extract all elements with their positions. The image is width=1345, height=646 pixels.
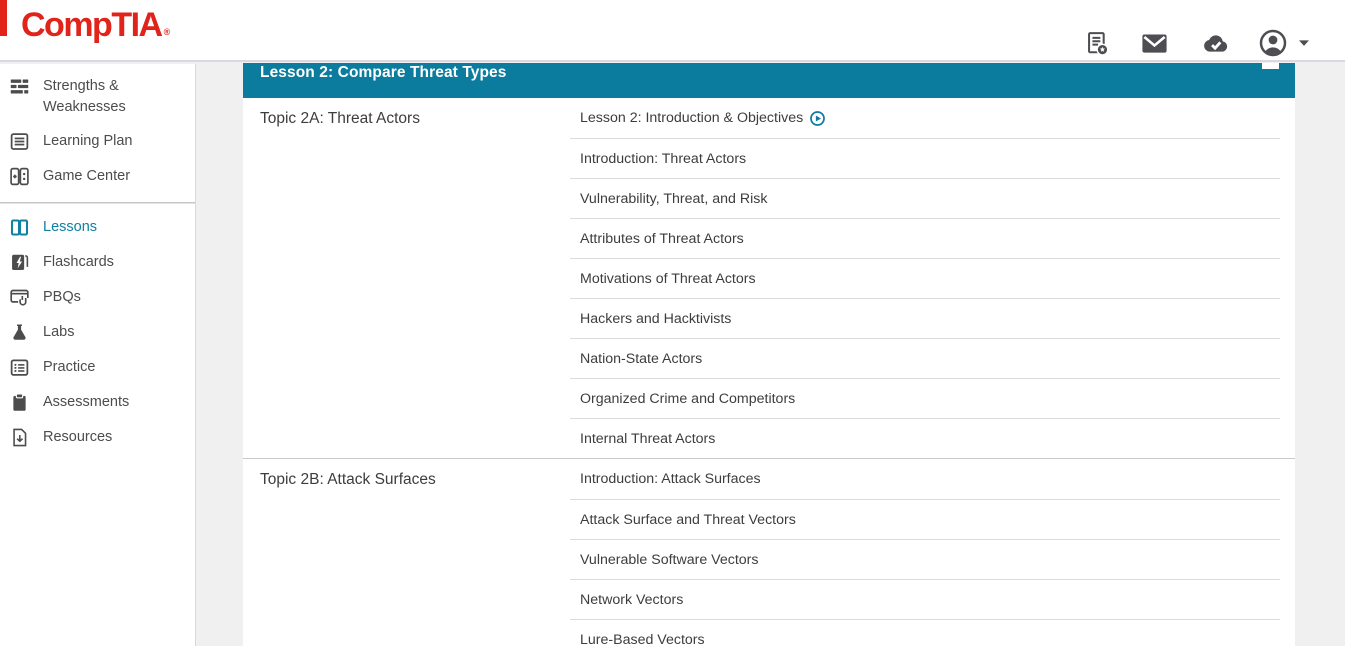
sidebar-item-learning-plan[interactable]: Learning Plan — [0, 124, 195, 159]
learning-plan-icon — [9, 131, 30, 152]
topic-item-list: Lesson 2: Introduction & Objectives Intr… — [570, 98, 1280, 458]
sidebar-item-label: Practice — [43, 357, 95, 378]
account-icon[interactable] — [1258, 28, 1288, 58]
lesson-header-bar[interactable]: Lesson 2: Compare Threat Types — [243, 63, 1295, 98]
sidebar-item-label: PBQs — [43, 287, 81, 308]
topics-container: Topic 2A: Threat Actors Lesson 2: Introd… — [243, 98, 1295, 646]
lesson-item-label: Vulnerability, Threat, and Risk — [580, 191, 767, 207]
sidebar: Strengths & Weaknesses Learning Plan Gam… — [0, 64, 196, 646]
sidebar-item-practice[interactable]: Practice — [0, 350, 195, 385]
topic-left-column: Topic 2B: Attack Surfaces — [243, 459, 570, 646]
game-center-icon — [9, 166, 30, 187]
sidebar-item-label: Assessments — [43, 392, 129, 413]
lesson-item-label: Introduction: Threat Actors — [580, 151, 746, 167]
assessments-icon — [9, 392, 30, 413]
lesson-item-label: Attributes of Threat Actors — [580, 231, 744, 247]
topic-item-list: Introduction: Attack Surfaces Attack Sur… — [570, 459, 1280, 646]
lesson-item-row[interactable]: Lesson 2: Introduction & Objectives — [570, 98, 1280, 138]
sidebar-item-assessments[interactable]: Assessments — [0, 385, 195, 420]
sidebar-item-resources[interactable]: Resources — [0, 420, 195, 455]
sidebar-item-label: Strengths & Weaknesses — [43, 76, 165, 118]
lesson-item-label: Organized Crime and Competitors — [580, 391, 795, 407]
lesson-item-row[interactable]: Attack Surface and Threat Vectors — [570, 499, 1280, 539]
sidebar-item-labs[interactable]: Labs — [0, 315, 195, 350]
lesson-item-label: Hackers and Hacktivists — [580, 311, 731, 327]
sidebar-item-lessons[interactable]: Lessons — [0, 210, 195, 245]
caret-down-icon[interactable] — [1297, 36, 1311, 50]
lesson-item-label: Nation-State Actors — [580, 351, 702, 367]
sidebar-top-group: Strengths & Weaknesses Learning Plan Gam… — [0, 69, 195, 194]
report-notes-icon[interactable] — [1084, 30, 1111, 57]
sidebar-divider — [0, 202, 195, 204]
comptia-logo[interactable]: CompTIA® — [21, 6, 168, 45]
brand-accent-bar — [0, 0, 7, 36]
topic-title: Topic 2B: Attack Surfaces — [260, 471, 560, 489]
lesson-item-row[interactable]: Network Vectors — [570, 579, 1280, 619]
labs-icon — [9, 322, 30, 343]
sidebar-item-label: Resources — [43, 427, 112, 448]
sidebar-item-strengths-weaknesses[interactable]: Strengths & Weaknesses — [0, 69, 195, 124]
registered-mark: ® — [164, 27, 171, 37]
play-icon[interactable] — [810, 111, 825, 126]
lesson-item-label: Attack Surface and Threat Vectors — [580, 512, 796, 528]
comptia-logo-text: CompTIA — [21, 6, 162, 44]
lesson-item-row[interactable]: Nation-State Actors — [570, 338, 1280, 378]
sidebar-main-group: Lessons Flashcards PBQs Labs Practice As… — [0, 210, 195, 455]
lesson-item-row[interactable]: Organized Crime and Competitors — [570, 378, 1280, 418]
sidebar-item-game-center[interactable]: Game Center — [0, 159, 195, 194]
lessons-icon — [9, 217, 30, 238]
lesson-item-label: Internal Threat Actors — [580, 431, 715, 447]
lesson-item-row[interactable]: Motivations of Threat Actors — [570, 258, 1280, 298]
flashcards-icon — [9, 252, 30, 273]
cloud-sync-icon[interactable] — [1198, 28, 1229, 59]
lesson-item-label: Network Vectors — [580, 592, 683, 608]
mail-icon[interactable] — [1140, 29, 1169, 58]
lesson-item-row[interactable]: Lure-Based Vectors — [570, 619, 1280, 646]
lesson-item-label: Vulnerable Software Vectors — [580, 552, 759, 568]
lesson-item-label: Lure-Based Vectors — [580, 632, 705, 646]
lesson-item-row[interactable]: Hackers and Hacktivists — [570, 298, 1280, 338]
sidebar-item-label: Lessons — [43, 217, 97, 238]
lesson-item-row[interactable]: Attributes of Threat Actors — [570, 218, 1280, 258]
topic-section: Topic 2A: Threat Actors Lesson 2: Introd… — [243, 98, 1295, 458]
sidebar-item-label: Flashcards — [43, 252, 114, 273]
top-header: CompTIA® — [0, 0, 1345, 62]
resources-icon — [9, 427, 30, 448]
practice-icon — [9, 357, 30, 378]
minus-icon[interactable] — [1262, 63, 1279, 69]
lesson-item-label: Motivations of Threat Actors — [580, 271, 756, 287]
lesson-title: Lesson 2: Compare Threat Types — [260, 63, 1279, 82]
lesson-item-label: Introduction: Attack Surfaces — [580, 471, 761, 487]
topic-title: Topic 2A: Threat Actors — [260, 110, 560, 128]
lesson-panel: Lesson 2: Compare Threat Types Topic 2A:… — [243, 63, 1295, 646]
sidebar-item-flashcards[interactable]: Flashcards — [0, 245, 195, 280]
pbqs-icon — [9, 287, 30, 308]
sidebar-item-label: Learning Plan — [43, 131, 133, 152]
sidebar-item-label: Labs — [43, 322, 74, 343]
lesson-item-label: Lesson 2: Introduction & Objectives — [580, 110, 803, 126]
lesson-item-row[interactable]: Internal Threat Actors — [570, 418, 1280, 458]
lesson-item-row[interactable]: Vulnerability, Threat, and Risk — [570, 178, 1280, 218]
topic-left-column: Topic 2A: Threat Actors — [243, 98, 570, 458]
lesson-item-row[interactable]: Introduction: Attack Surfaces — [570, 459, 1280, 499]
topic-section: Topic 2B: Attack Surfaces Introduction: … — [243, 458, 1295, 646]
lesson-item-row[interactable]: Vulnerable Software Vectors — [570, 539, 1280, 579]
strengths-icon — [9, 76, 30, 97]
sidebar-item-pbqs[interactable]: PBQs — [0, 280, 195, 315]
lesson-item-row[interactable]: Introduction: Threat Actors — [570, 138, 1280, 178]
sidebar-item-label: Game Center — [43, 166, 130, 187]
header-icon-group — [1084, 26, 1311, 60]
